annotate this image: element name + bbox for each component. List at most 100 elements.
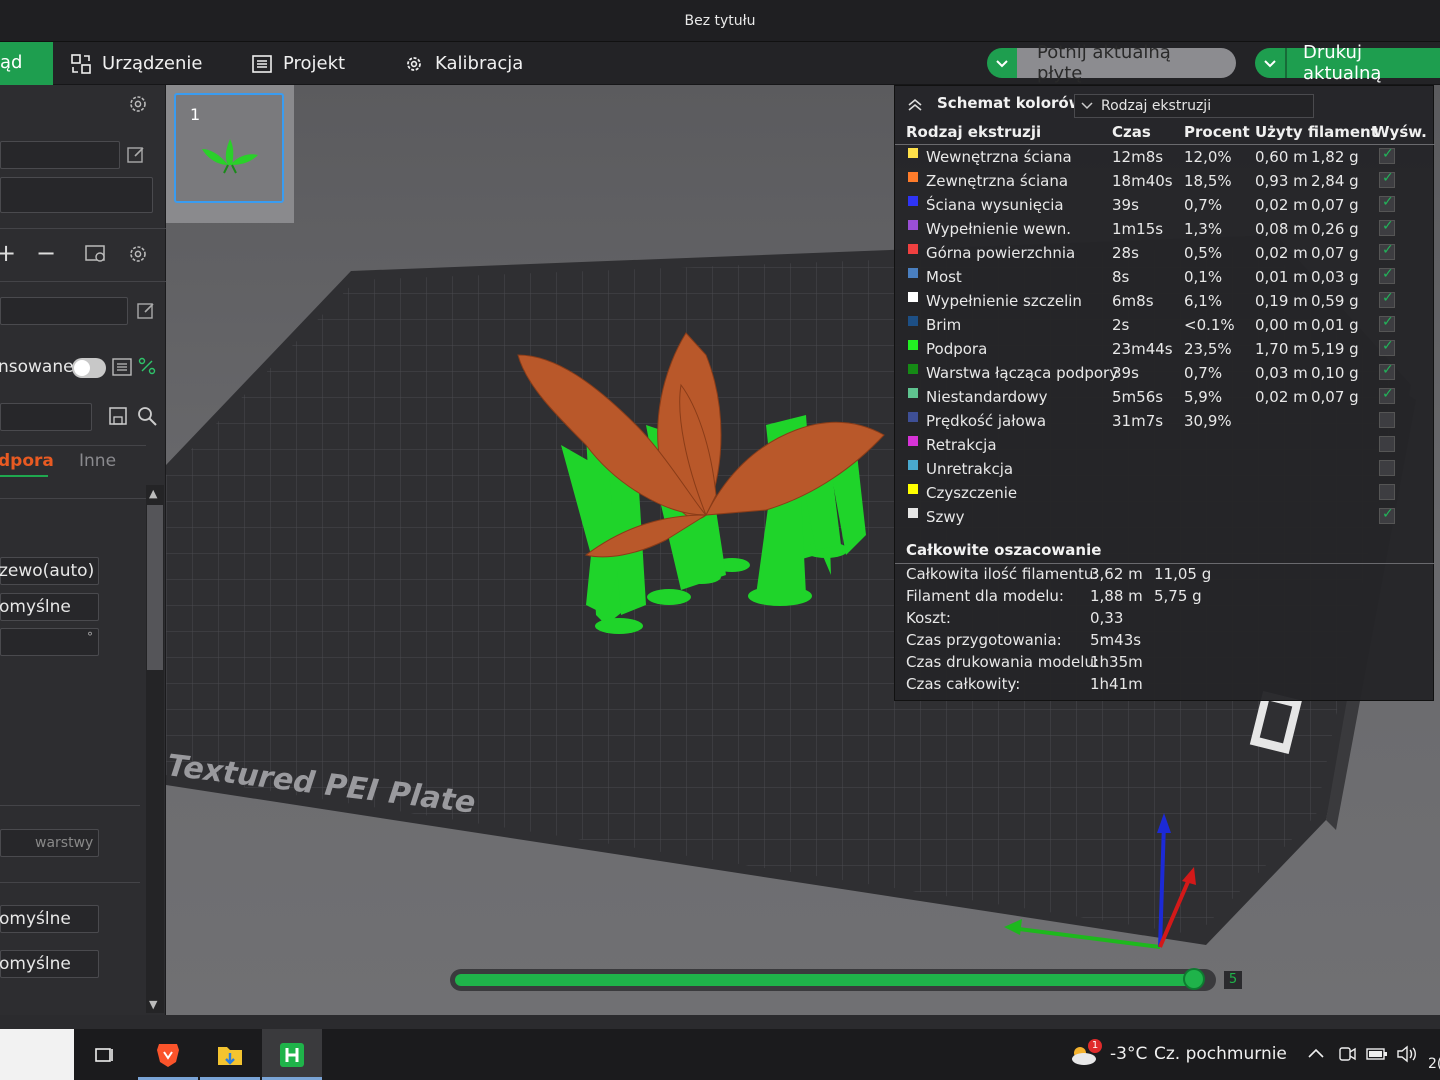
battery-icon[interactable] [1366,1046,1388,1066]
save-icon[interactable] [108,406,128,430]
color-scheme-select[interactable]: Rodzaj ekstruzji [1074,94,1314,118]
extrusion-percent: 12,0% [1184,148,1232,166]
show-checkbox[interactable] [1379,338,1395,356]
file-explorer-icon[interactable] [200,1029,260,1080]
extrusion-percent: 18,5% [1184,172,1232,190]
show-checkbox[interactable] [1379,218,1395,236]
task-view-icon[interactable] [74,1029,134,1080]
extrusion-row: Wypełnienie wewn. 1m15s 1,3% 0,08 m 0,26 g [895,218,1435,242]
edit-icon[interactable] [126,145,146,169]
volume-icon[interactable] [1396,1045,1418,1067]
support-style-dropdown[interactable]: omyślne [0,593,99,621]
process-search-field[interactable] [0,403,92,431]
extrusion-percent: 30,9% [1184,412,1232,430]
show-checkbox[interactable] [1379,266,1395,284]
compare-icon[interactable] [138,357,156,379]
add-filament-icon[interactable]: + [0,239,16,267]
printer-settings-gear-icon[interactable] [127,93,149,119]
show-checkbox[interactable] [1379,314,1395,332]
advanced-toggle[interactable] [72,358,106,378]
edit-icon[interactable] [136,301,156,325]
total-label: Czas drukowania modelu: [906,653,1100,671]
collapse-chevron-up-icon[interactable] [907,96,923,115]
print-dropdown-toggle[interactable] [1255,48,1285,78]
extrusion-row: Prędkość jałowa 31m7s 30,9% [895,410,1435,434]
plate-thumbnail-card[interactable]: 1 [166,85,294,223]
color-swatch [908,340,918,350]
taskbar-search[interactable] [0,1029,74,1080]
extrusion-weight: 0,01 g [1311,316,1359,334]
show-checkbox[interactable] [1379,146,1395,164]
scroll-thumb[interactable] [147,505,163,670]
scroll-up-icon[interactable]: ▲ [149,487,157,500]
tab-other[interactable]: Inne [79,451,116,471]
remove-filament-icon[interactable]: − [36,239,56,267]
filament-dropdown-1[interactable]: omyślne [0,905,99,933]
color-swatch [908,436,918,446]
plate-type-select[interactable] [0,177,153,213]
settings-scrollbar[interactable]: ▲ ▼ [146,485,164,1013]
layers-input[interactable]: warstwy [0,829,99,857]
filament-settings-gear-icon[interactable] [127,243,149,269]
support-type-dropdown[interactable]: zewo(auto) [0,557,99,585]
total-value-2: 5,75 g [1154,587,1202,605]
slicer-app-icon[interactable] [262,1029,322,1080]
layer-slider[interactable] [450,968,1216,991]
tab-support[interactable]: dpora [0,451,54,471]
extrusion-row: Górna powierzchnia 28s 0,5% 0,02 m 0,07 g [895,242,1435,266]
total-label: Koszt: [906,609,951,627]
extrusion-row: Niestandardowy 5m56s 5,9% 0,02 m 0,07 g [895,386,1435,410]
extrusion-length: 1,70 m [1255,340,1308,358]
scroll-down-icon[interactable]: ▼ [149,998,157,1011]
slice-plate-button[interactable]: Potnij aktualną płytę [987,42,1236,84]
show-checkbox[interactable] [1379,412,1395,428]
extrusion-weight: 0,07 g [1311,196,1359,214]
chevron-down-icon [1263,54,1277,73]
extrusion-length: 0,02 m [1255,244,1308,262]
extrusion-time: 31m7s [1112,412,1164,430]
layer-slider-handle[interactable] [1183,968,1205,990]
slice-plate-label: Potnij aktualną płytę [1017,42,1236,84]
extrusion-row: Brim 2s <0.1% 0,00 m 0,01 g [895,314,1435,338]
brave-browser-icon[interactable] [138,1029,198,1080]
tab-project[interactable]: Projekt [251,42,345,85]
list-view-icon[interactable] [112,357,132,381]
filament-dropdown-2[interactable]: omyślne [0,950,99,978]
printer-select[interactable] [0,141,120,169]
slice-dropdown-toggle[interactable] [987,48,1017,78]
show-checkbox[interactable] [1379,436,1395,452]
advanced-toggle-label: nsowane [0,357,74,377]
show-checkbox[interactable] [1379,242,1395,260]
search-icon[interactable] [136,405,158,431]
show-checkbox[interactable] [1379,460,1395,476]
tab-prepare[interactable]: ąd [0,42,53,85]
support-style-value: omyślne [0,597,71,617]
show-checkbox[interactable] [1379,386,1395,404]
tab-calibration[interactable]: Kalibracja [403,42,523,85]
extrusion-weight: 0,59 g [1311,292,1359,310]
plate-thumbnail[interactable]: 1 [174,93,284,203]
meet-now-icon[interactable] [1337,1045,1357,1067]
process-select[interactable] [0,297,128,325]
extrusion-length: 0,19 m [1255,292,1308,310]
tab-device[interactable]: Urządzenie [70,42,203,85]
extrusion-name: Górna powierzchnia [926,244,1076,262]
print-plate-button[interactable]: Drukuj aktualną [1255,42,1440,84]
show-checkbox[interactable] [1379,194,1395,212]
color-swatch [908,412,918,422]
show-checkbox[interactable] [1379,290,1395,308]
show-checkbox[interactable] [1379,170,1395,188]
show-checkbox[interactable] [1379,506,1395,524]
filament-sync-icon[interactable] [84,243,108,269]
weather-text: Cz. pochmurnie [1154,1044,1287,1064]
extrusion-percent: <0.1% [1184,316,1235,334]
taskbar: 1 -3°C Cz. pochmurnie 2( [0,1029,1440,1080]
extrusion-name: Most [926,268,962,286]
show-checkbox[interactable] [1379,484,1395,500]
threshold-angle-input[interactable]: ° [0,628,99,656]
extrusion-length: 0,03 m [1255,364,1308,382]
total-label: Filament dla modelu: [906,587,1064,605]
chevron-up-icon[interactable] [1307,1045,1325,1064]
weather-icon[interactable]: 1 [1068,1039,1102,1073]
show-checkbox[interactable] [1379,362,1395,380]
